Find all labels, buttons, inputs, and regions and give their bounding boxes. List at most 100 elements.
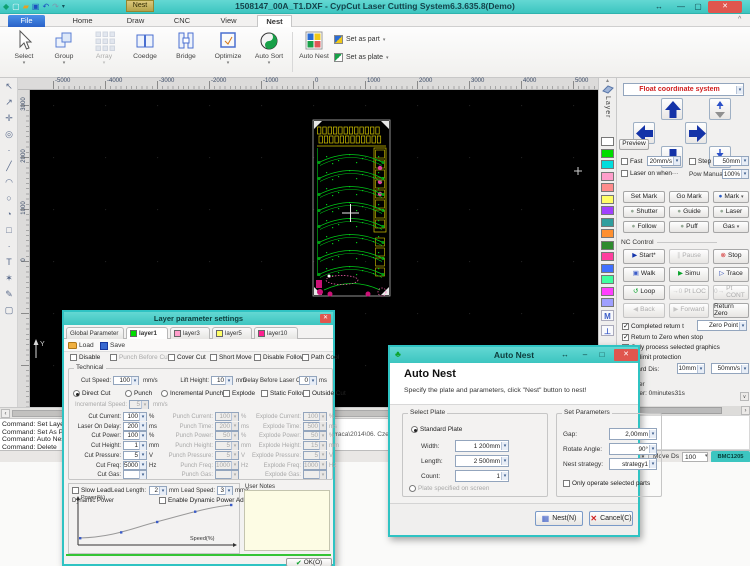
pie-tool-icon[interactable]: ◔	[1, 207, 17, 222]
polygon-tool-icon[interactable]: ✶	[1, 271, 17, 286]
jog-up-button[interactable]	[661, 98, 683, 120]
mark-button[interactable]: ●Mark▾	[713, 191, 749, 203]
minimize-button[interactable]: —	[674, 1, 688, 13]
line-tool-icon[interactable]: ╱	[1, 159, 17, 174]
dialog-maximize-icon[interactable]: □	[595, 349, 609, 361]
layer-color-swatch[interactable]	[601, 137, 614, 146]
param-dropdown[interactable]: 200▾	[215, 422, 239, 431]
ribbon-button-optimize[interactable]: Optimize▾	[208, 29, 248, 75]
scroll-right-icon[interactable]: ›	[741, 406, 750, 415]
tab-view[interactable]: View	[211, 15, 246, 27]
layer-color-swatch[interactable]	[601, 160, 614, 169]
layer-dialog-close-icon[interactable]: ✕	[320, 314, 331, 323]
row1-dropdown-2[interactable]: 0▾	[299, 376, 317, 385]
param-dropdown[interactable]: 500▾	[303, 422, 327, 431]
jog-right-button[interactable]	[685, 122, 707, 144]
ribbon-button-auto-nest[interactable]: Auto Nest	[296, 29, 332, 75]
forward-button[interactable]: ▶Forward	[669, 303, 709, 318]
maximize-button[interactable]: ▢	[691, 1, 705, 13]
layer-color-swatch[interactable]	[601, 275, 614, 284]
tab-draw[interactable]: Draw	[118, 15, 153, 27]
ribbon-button-bridge[interactable]: Bridge	[168, 29, 204, 75]
plate-on-screen-radio[interactable]: Plate specified on screen	[409, 485, 489, 492]
ribbon-button-set-as-part[interactable]: Set as part▾	[334, 32, 422, 47]
panel-scroll-down-icon[interactable]: ∨	[740, 392, 749, 401]
param-dropdown[interactable]: 100▾	[303, 412, 327, 421]
rect-tool-icon[interactable]: □	[1, 223, 17, 238]
ribbon-button-group[interactable]: Group▾	[46, 29, 82, 75]
param-dropdown-2[interactable]: strategy1▾	[609, 458, 657, 470]
cancel-button[interactable]: ✕ Cancel(C)	[589, 511, 633, 526]
tab-nest[interactable]: Nest	[257, 15, 292, 27]
param-dropdown[interactable]: 1▾	[123, 441, 147, 450]
ribbon-button-auto-sort[interactable]: Auto Sort▾	[250, 29, 288, 75]
ribbon-button-coedge[interactable]: Coedge	[126, 29, 164, 75]
start--button[interactable]: ▶Start*	[623, 249, 665, 264]
preview-button[interactable]: Preview	[619, 139, 649, 150]
point-tool-icon[interactable]: ∙	[1, 239, 17, 254]
dialog-minimize-icon[interactable]: –	[578, 349, 592, 361]
measure-tool-icon[interactable]: ✎	[1, 287, 17, 302]
shutter-button[interactable]: ●Shutter	[623, 206, 665, 218]
ribbon-button-set-as-plate[interactable]: Set as plate▾	[334, 50, 422, 65]
param-dropdown[interactable]: 100▾	[123, 412, 147, 421]
mode-direct-cut[interactable]: Direct Cut	[73, 390, 110, 397]
trace-button[interactable]: ▷Trace	[713, 267, 749, 282]
param-dropdown[interactable]: 1000▾	[215, 461, 239, 470]
mode-outside-cut[interactable]: Outside Cut	[303, 390, 346, 397]
mode-punch[interactable]: Punch	[125, 390, 152, 397]
dialog-close-icon[interactable]: ✕	[614, 349, 638, 361]
laser-button[interactable]: ●Laser	[713, 206, 749, 218]
layer-tab-global-parameter[interactable]: Global Parameter	[66, 327, 124, 339]
row1-dropdown-0[interactable]: 100▾	[113, 376, 139, 385]
tab-home[interactable]: Home	[64, 15, 101, 27]
layer-color-swatch[interactable]	[601, 252, 614, 261]
option-checkbox-1[interactable]: ✓Return to Zero when stop	[622, 334, 703, 341]
drafting-icon[interactable]: ⊥	[601, 325, 614, 336]
ribbon-button-select[interactable]: Select▾	[6, 29, 42, 75]
circle-tool-icon[interactable]: ○	[1, 191, 17, 206]
flag-cover-cut[interactable]: Cover Cut	[168, 354, 206, 361]
pan-tool-icon[interactable]: ✛	[1, 111, 17, 126]
inc-speed-dropdown[interactable]: 5▾	[129, 400, 149, 409]
forward-speed-dropdown[interactable]: 50mm/s▾	[711, 363, 749, 374]
layer-color-swatch[interactable]	[601, 218, 614, 227]
ok-button[interactable]: ✔OK(O)	[286, 558, 332, 566]
param-dropdown[interactable]: 1000▾	[303, 461, 327, 470]
flag-short-move[interactable]: Short Move	[210, 354, 252, 361]
forward-dis-dropdown[interactable]: 10mm▾	[677, 363, 705, 374]
param-dropdown[interactable]: 5▾	[303, 451, 327, 460]
layer-tab-layer1[interactable]: layer1	[126, 327, 168, 339]
param-dropdown[interactable]: 15▾	[303, 441, 327, 450]
set-mark-button[interactable]: Set Mark	[623, 191, 665, 203]
mode-explode[interactable]: Explode	[223, 390, 255, 397]
param-dropdown-1[interactable]: 90°▾	[609, 443, 657, 455]
layer-tab-layer10[interactable]: layer10	[254, 327, 298, 339]
param-dropdown[interactable]: 50▾	[215, 431, 239, 440]
lead-length-dropdown[interactable]: 2▾	[149, 486, 167, 495]
standard-plate-radio[interactable]: Standard Plate	[411, 426, 462, 433]
nest-button[interactable]: ▦ Nest(N)	[535, 511, 583, 526]
plate-dropdown-1[interactable]: 2 500mm▾	[455, 455, 509, 467]
context-tab-chip[interactable]: Nest	[126, 0, 154, 12]
layer-color-swatch[interactable]	[601, 287, 614, 296]
go-mark-button[interactable]: Go Mark	[669, 191, 709, 203]
param-dropdown[interactable]: 50▾	[303, 431, 327, 440]
scroll-left-icon[interactable]: ‹	[1, 409, 10, 418]
param-dropdown[interactable]: 200▾	[123, 422, 147, 431]
param-dropdown[interactable]: ▾	[303, 470, 327, 479]
pt-cont-button[interactable]: 0→Pt CONT	[713, 285, 749, 300]
pause-button[interactable]: ∥Pause	[669, 249, 709, 264]
step-dropdown[interactable]: 50mm▾	[713, 156, 749, 166]
layer-color-swatch[interactable]	[601, 264, 614, 273]
save-button[interactable]: Save	[100, 340, 125, 351]
mode-static-follow[interactable]: Static Follow	[261, 390, 306, 397]
select-tool-icon[interactable]: ↖	[1, 79, 17, 94]
layer-tab-layer5[interactable]: layer5	[212, 327, 252, 339]
layer-color-swatch[interactable]	[601, 195, 614, 204]
style-button[interactable]: ↔	[652, 1, 666, 13]
layer-color-swatch[interactable]	[601, 241, 614, 250]
plate-dropdown-0[interactable]: 1 200mm▾	[455, 440, 509, 452]
text-tool-icon[interactable]: T	[1, 255, 17, 270]
pt-loc-button[interactable]: →0Pt LOC	[669, 285, 709, 300]
